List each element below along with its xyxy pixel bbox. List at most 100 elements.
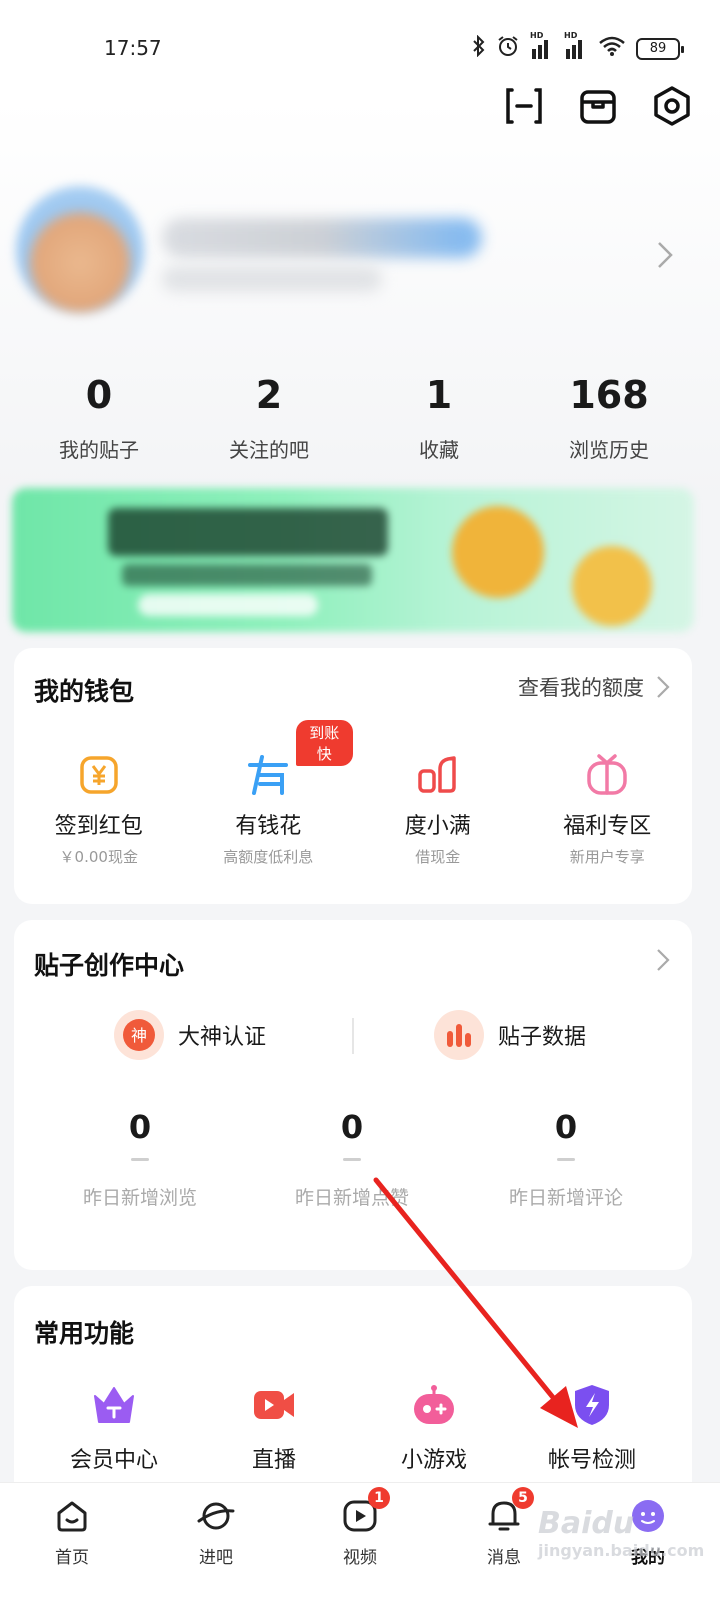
stat-value: 1 — [425, 373, 453, 417]
watermark-brand: Baidu — [538, 1506, 635, 1541]
wallet-item-label: 签到红包 — [54, 814, 143, 839]
nav-item-bars[interactable]: 进吧 — [144, 1483, 288, 1600]
post-data-label: 贴子数据 — [498, 1025, 587, 1050]
divider — [352, 1018, 354, 1054]
wallet-item-label: 福利专区 — [563, 814, 652, 839]
stat-label: 关注的吧 — [229, 438, 309, 462]
stat-label: 昨日新增评论 — [508, 1187, 623, 1209]
wallet-item-duxiaoman[interactable]: 度小满 借现金 — [353, 752, 523, 867]
stat-value: 0 — [554, 1108, 578, 1146]
stat-label: 浏览历史 — [569, 438, 649, 462]
wallet-item-sub: 借现金 — [415, 848, 461, 866]
wallet-item-youqianhua[interactable]: 到账快 有钱花 高额度低利息 — [184, 720, 353, 867]
stat-new-likes[interactable]: 0 昨日新增点赞 — [262, 1108, 442, 1210]
profile-chevron-right-icon[interactable] — [656, 240, 674, 274]
stat-value: 0 — [340, 1108, 364, 1146]
stat-label: 我的贴子 — [59, 438, 139, 462]
wallet-item-checkin[interactable]: 签到红包 ￥0.00现金 — [14, 752, 184, 867]
wallet-item-sub: 新用户专享 — [569, 848, 645, 866]
wallet-items: 签到红包 ￥0.00现金 到账快 有钱花 高额度低利息 度小满 借现金 福利专区… — [14, 720, 693, 867]
nav-label: 进吧 — [199, 1548, 233, 1568]
wallet-card: 我的钱包 查看我的额度 签到红包 ￥0.00现金 到账快 有钱花 高额度低利息 … — [14, 648, 692, 904]
planet-icon — [144, 1497, 288, 1535]
wallet-title: 我的钱包 — [34, 677, 135, 706]
stat-value: 0 — [128, 1108, 152, 1146]
home-icon — [0, 1497, 144, 1535]
status-bar: 17:57 HD HD 89 — [0, 0, 720, 96]
stat-new-comments[interactable]: 0 昨日新增评论 — [476, 1108, 656, 1210]
wallet-item-welfare[interactable]: 福利专区 新用户专享 — [523, 752, 693, 867]
stat-label: 收藏 — [419, 438, 459, 462]
nav-label: 首页 — [55, 1548, 89, 1568]
wallet-item-label: 度小满 — [404, 814, 471, 839]
settings-icon[interactable] — [650, 84, 694, 128]
yuan-icon — [14, 752, 184, 798]
stat-value: 2 — [255, 373, 283, 417]
scan-icon[interactable] — [502, 84, 546, 128]
master-certification-button[interactable]: 神 大神认证 — [114, 1010, 266, 1060]
signal-1-icon: HD — [530, 31, 554, 59]
stat-my-posts[interactable]: 0 我的贴子 — [14, 370, 184, 463]
stat-followed-bars[interactable]: 2 关注的吧 — [184, 370, 354, 463]
gift-icon — [523, 752, 693, 798]
chevron-right-icon — [657, 949, 670, 971]
mini-game-button[interactable]: 小游戏 — [354, 1382, 514, 1474]
watermark-sub: jingyan.baidu.com — [538, 1541, 705, 1560]
status-icons: HD HD 89 — [472, 31, 684, 63]
wallet-item-sub: ￥0.00现金 — [59, 848, 138, 866]
bar-chart-icon — [434, 1010, 484, 1060]
trend-dash — [343, 1158, 361, 1161]
profile-stats: 0 我的贴子 2 关注的吧 1 收藏 168 浏览历史 — [14, 370, 694, 463]
wifi-icon — [598, 35, 626, 62]
stat-label: 昨日新增浏览 — [82, 1187, 197, 1209]
master-badge-icon: 神 — [114, 1010, 164, 1060]
account-check-button[interactable]: 帐号检测 — [512, 1382, 672, 1474]
live-camera-icon — [194, 1382, 354, 1428]
trend-dash — [131, 1158, 149, 1161]
live-label: 直播 — [251, 1448, 296, 1473]
stat-new-views[interactable]: 0 昨日新增浏览 — [50, 1108, 230, 1210]
alarm-icon — [496, 34, 520, 63]
creator-actions: 神 大神认证 贴子数据 — [14, 1010, 692, 1064]
status-time: 17:57 — [104, 36, 162, 60]
trend-dash — [557, 1158, 575, 1161]
duxiaoman-icon — [353, 752, 523, 798]
hd-label-1: HD — [530, 30, 544, 40]
promo-banner[interactable] — [12, 488, 694, 632]
messages-badge: 5 — [512, 1487, 534, 1509]
baidu-watermark: Baidu jingyan.baidu.com — [538, 1506, 704, 1560]
mini-game-label: 小游戏 — [400, 1448, 467, 1473]
wallet-item-label: 有钱花 — [235, 814, 302, 839]
view-quota-label: 查看我的额度 — [518, 676, 644, 700]
battery-indicator: 89 — [636, 37, 684, 60]
stat-value: 0 — [85, 373, 113, 417]
account-check-label: 帐号检测 — [547, 1448, 636, 1473]
creator-center-card: 贴子创作中心 神 大神认证 贴子数据 0 昨日新增浏览 0 昨日新增点赞 0 昨… — [14, 920, 692, 1270]
game-icon — [354, 1382, 514, 1428]
common-title: 常用功能 — [34, 1319, 135, 1348]
fast-arrival-badge: 到账快 — [295, 720, 353, 766]
view-quota-link[interactable]: 查看我的额度 — [518, 672, 670, 702]
nav-item-home[interactable]: 首页 — [0, 1483, 144, 1600]
stat-favorites[interactable]: 1 收藏 — [354, 370, 524, 463]
signal-2-icon: HD — [564, 31, 588, 59]
post-data-button[interactable]: 贴子数据 — [434, 1010, 586, 1060]
crown-icon — [34, 1382, 194, 1428]
nav-label: 视频 — [343, 1548, 377, 1568]
user-subtitle-blurred — [162, 266, 382, 292]
member-center-button[interactable]: 会员中心 — [34, 1382, 194, 1474]
creator-chevron-link[interactable] — [656, 948, 670, 972]
top-actions — [502, 84, 694, 128]
box-icon[interactable] — [576, 84, 620, 128]
stat-history[interactable]: 168 浏览历史 — [524, 370, 694, 463]
stat-value: 168 — [569, 373, 649, 417]
video-icon: 1 — [288, 1487, 432, 1535]
avatar[interactable] — [16, 186, 144, 314]
nav-item-video[interactable]: 1 视频 — [288, 1483, 432, 1600]
member-center-label: 会员中心 — [69, 1448, 158, 1473]
username-blurred — [162, 218, 482, 258]
video-badge: 1 — [368, 1487, 390, 1509]
shield-lightning-icon — [512, 1382, 672, 1428]
creator-title: 贴子创作中心 — [34, 951, 185, 980]
live-button[interactable]: 直播 — [194, 1382, 354, 1474]
